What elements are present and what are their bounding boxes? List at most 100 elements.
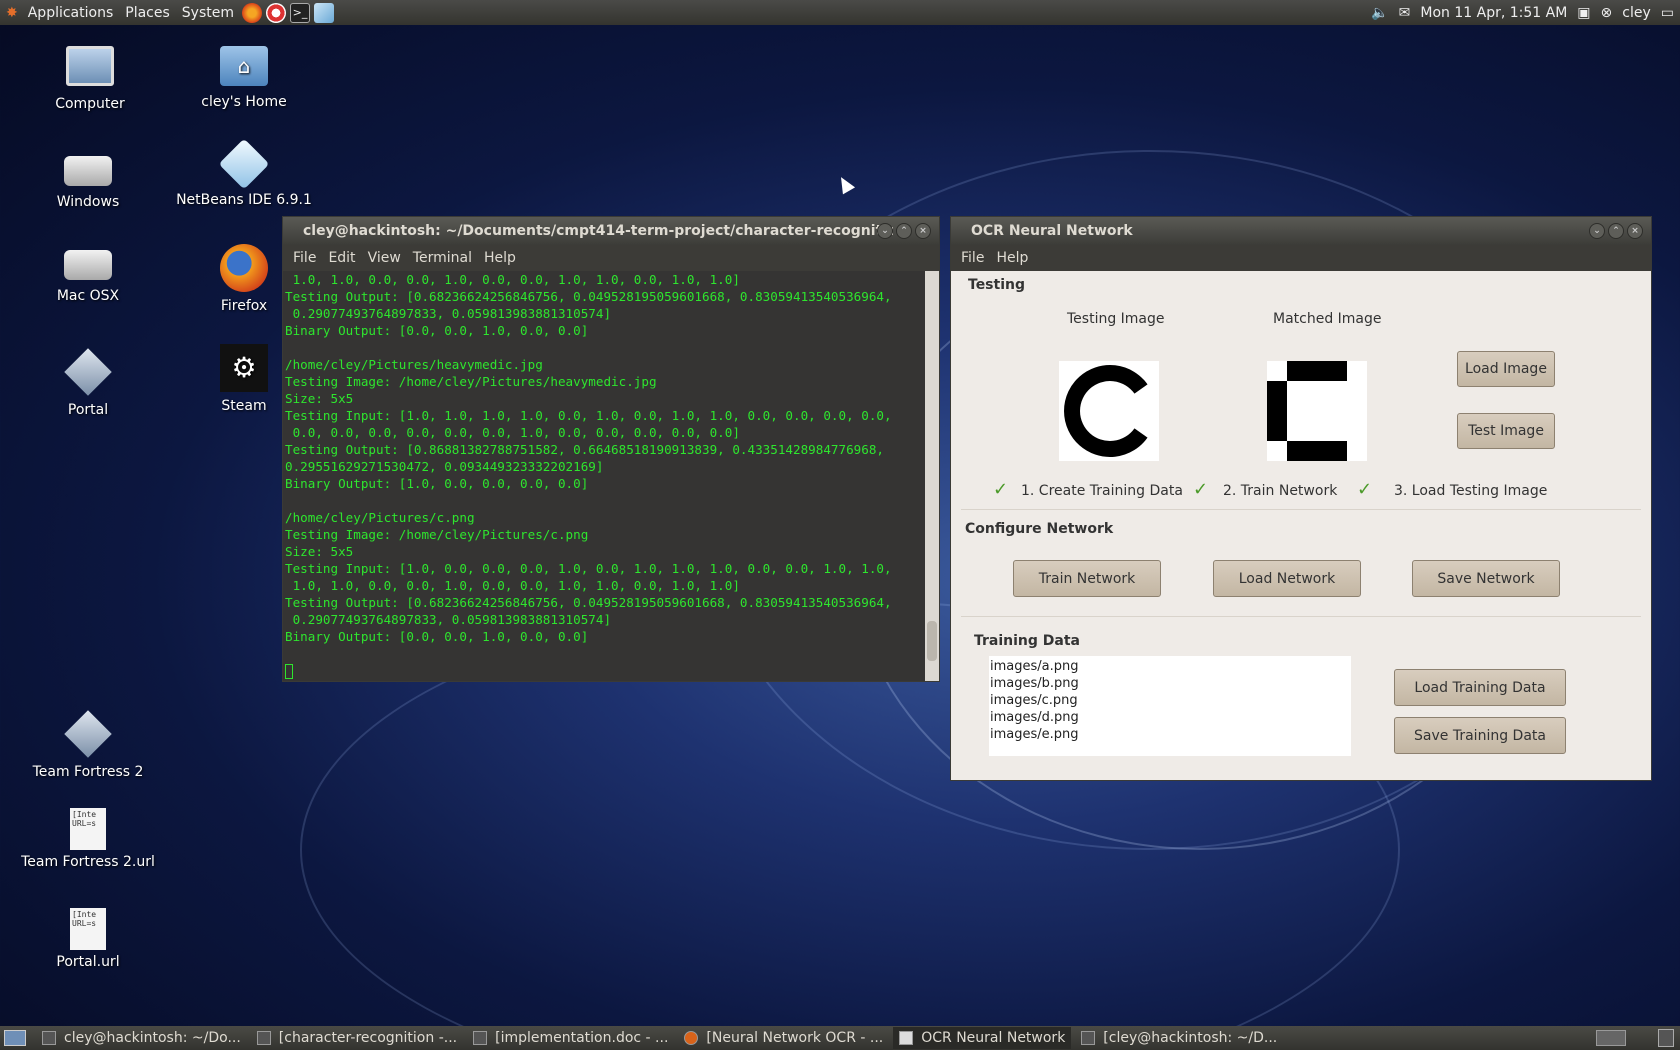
- clock[interactable]: Mon 11 Apr, 1:51 AM: [1420, 5, 1567, 21]
- desktop-icon-macosx[interactable]: Mac OSX: [8, 240, 168, 304]
- ubuntu-logo-icon[interactable]: ✸: [0, 5, 22, 21]
- taskbar-item[interactable]: [cley@hackintosh: ~/D...: [1075, 1027, 1283, 1049]
- menu-help[interactable]: Help: [990, 250, 1034, 266]
- desktop-icon-label: Team Fortress 2.url: [21, 854, 155, 870]
- minimize-icon[interactable]: ⌄: [877, 223, 893, 239]
- terminal-line: Testing Image: /home/cley/Pictures/heavy…: [285, 374, 657, 389]
- list-item[interactable]: images/b.png: [990, 675, 1351, 692]
- list-item[interactable]: images/a.png: [990, 658, 1351, 675]
- power-icon[interactable]: ▭: [1661, 5, 1674, 21]
- desktop-icon-portal-url[interactable]: [Inte URL=s Portal.url: [8, 908, 168, 970]
- training-section-title: Training Data: [974, 633, 1080, 649]
- document-icon: [473, 1031, 488, 1045]
- maximize-icon[interactable]: ⌃: [1608, 223, 1624, 239]
- game-icon: [64, 710, 112, 758]
- places-menu[interactable]: Places: [119, 5, 176, 21]
- terminal-line: /home/cley/Pictures/heavymedic.jpg: [285, 357, 543, 372]
- desktop-icon-label: Windows: [56, 194, 120, 210]
- desktop-icon-label: NetBeans IDE 6.9.1: [176, 192, 312, 208]
- list-item[interactable]: images/e.png: [990, 726, 1351, 743]
- desktop-icon-label: Portal: [67, 402, 109, 418]
- test-image-button[interactable]: Test Image: [1457, 413, 1555, 449]
- load-training-data-button[interactable]: Load Training Data: [1394, 669, 1566, 706]
- menu-terminal[interactable]: Terminal: [407, 250, 478, 266]
- desktop-icon-tf2[interactable]: Team Fortress 2: [8, 710, 168, 780]
- terminal-line: /home/cley/Pictures/c.png: [285, 510, 475, 525]
- check-icon: ✓: [1193, 479, 1209, 500]
- menu-help[interactable]: Help: [478, 250, 522, 266]
- terminal-line: Testing Output: [0.68236624256846756, 0.…: [285, 595, 892, 610]
- training-data-list[interactable]: images/a.png images/b.png images/c.png i…: [989, 656, 1351, 756]
- terminal-line: Testing Input: [1.0, 1.0, 1.0, 1.0, 0.0,…: [285, 408, 892, 423]
- window-controls: ⌄ ⌃ ×: [1589, 223, 1643, 239]
- menu-edit[interactable]: Edit: [322, 250, 361, 266]
- train-network-button[interactable]: Train Network: [1013, 560, 1161, 597]
- applications-menu[interactable]: Applications: [22, 5, 120, 21]
- desktop-icon-portal[interactable]: Portal: [8, 348, 168, 418]
- terminal-output[interactable]: 1.0, 1.0, 0.0, 0.0, 1.0, 0.0, 0.0, 1.0, …: [283, 271, 925, 681]
- desktop-icon-tf2-url[interactable]: [Inte URL=s Team Fortress 2.url: [8, 808, 168, 870]
- desktop-icon-label: Mac OSX: [56, 288, 120, 304]
- divider: [961, 616, 1641, 617]
- close-icon[interactable]: ×: [1627, 223, 1643, 239]
- menu-file[interactable]: File: [287, 250, 322, 266]
- terminal-line: Binary Output: [1.0, 0.0, 0.0, 0.0, 0.0]: [285, 476, 589, 491]
- taskbar-item-active[interactable]: OCR Neural Network: [893, 1027, 1072, 1049]
- desktop-icon-windows[interactable]: Windows: [8, 146, 168, 210]
- check-icon: ✓: [993, 479, 1009, 500]
- help-lifebuoy-icon[interactable]: [266, 2, 286, 23]
- menu-file[interactable]: File: [955, 250, 990, 266]
- save-training-data-button[interactable]: Save Training Data: [1394, 717, 1566, 754]
- matched-image: [1267, 361, 1367, 461]
- netbeans-icon[interactable]: [314, 2, 334, 23]
- ocr-window[interactable]: OCR Neural Network ⌄ ⌃ × File Help Testi…: [950, 216, 1652, 781]
- home-folder-icon: ⌂: [220, 46, 268, 86]
- session-icon[interactable]: ⊗: [1601, 5, 1613, 21]
- username[interactable]: cley: [1622, 5, 1651, 21]
- workspace-switcher[interactable]: [1596, 1030, 1626, 1046]
- netbeans-cube-icon: [218, 138, 270, 190]
- ocr-titlebar[interactable]: OCR Neural Network ⌄ ⌃ ×: [951, 217, 1651, 245]
- terminal-line: 0.0, 0.0, 0.0, 0.0, 0.0, 0.0, 1.0, 0.0, …: [285, 425, 740, 440]
- terminal-line: 0.29077493764897833, 0.05981398388131057…: [285, 612, 612, 627]
- scrollbar-thumb[interactable]: [927, 621, 937, 661]
- taskbar-item[interactable]: [character-recognition -...: [251, 1027, 463, 1049]
- volume-icon[interactable]: 🔈: [1371, 5, 1388, 21]
- load-image-button[interactable]: Load Image: [1457, 351, 1555, 387]
- firefox-icon[interactable]: [242, 2, 262, 23]
- terminal-titlebar[interactable]: cley@hackintosh: ~/Documents/cmpt414-ter…: [283, 217, 939, 245]
- desktop-icon-netbeans[interactable]: NetBeans IDE 6.9.1: [164, 138, 324, 208]
- matched-c-image: [1267, 361, 1367, 461]
- testing-image-label: Testing Image: [1067, 311, 1165, 327]
- taskbar-item[interactable]: cley@hackintosh: ~/Do...: [36, 1027, 247, 1049]
- terminal-icon: [1081, 1031, 1096, 1045]
- maximize-icon[interactable]: ⌃: [896, 223, 912, 239]
- terminal-window[interactable]: cley@hackintosh: ~/Documents/cmpt414-ter…: [282, 216, 940, 682]
- terminal-scrollbar[interactable]: [925, 271, 939, 681]
- terminal-cursor: [285, 662, 923, 679]
- step-create-training-data: 1. Create Training Data: [1021, 483, 1183, 499]
- list-item[interactable]: images/c.png: [990, 692, 1351, 709]
- trash-icon[interactable]: [1658, 1029, 1674, 1047]
- close-icon[interactable]: ×: [915, 223, 931, 239]
- show-desktop-icon[interactable]: [4, 1030, 26, 1046]
- minimize-icon[interactable]: ⌄: [1589, 223, 1605, 239]
- load-network-button[interactable]: Load Network: [1213, 560, 1361, 597]
- system-menu[interactable]: System: [176, 5, 240, 21]
- mail-icon[interactable]: ✉: [1399, 5, 1411, 21]
- taskbar-item[interactable]: [implementation.doc - ...: [467, 1027, 674, 1049]
- terminal-line: 1.0, 1.0, 0.0, 0.0, 1.0, 0.0, 0.0, 1.0, …: [285, 578, 740, 593]
- desktop-icon-label: Computer: [55, 96, 125, 112]
- terminal-icon[interactable]: >_: [290, 2, 310, 23]
- list-item[interactable]: images/d.png: [990, 709, 1351, 726]
- network-icon[interactable]: ▣: [1577, 5, 1590, 21]
- desktop-icon-label: cley's Home: [201, 94, 287, 110]
- save-network-button[interactable]: Save Network: [1412, 560, 1560, 597]
- testing-section-title: Testing: [968, 277, 1025, 293]
- taskbar-item[interactable]: [Neural Network OCR - ...: [678, 1027, 889, 1049]
- desktop-icon-home[interactable]: ⌂ cley's Home: [164, 46, 324, 110]
- desktop-icon-computer[interactable]: Computer: [10, 46, 170, 112]
- menu-view[interactable]: View: [362, 250, 407, 266]
